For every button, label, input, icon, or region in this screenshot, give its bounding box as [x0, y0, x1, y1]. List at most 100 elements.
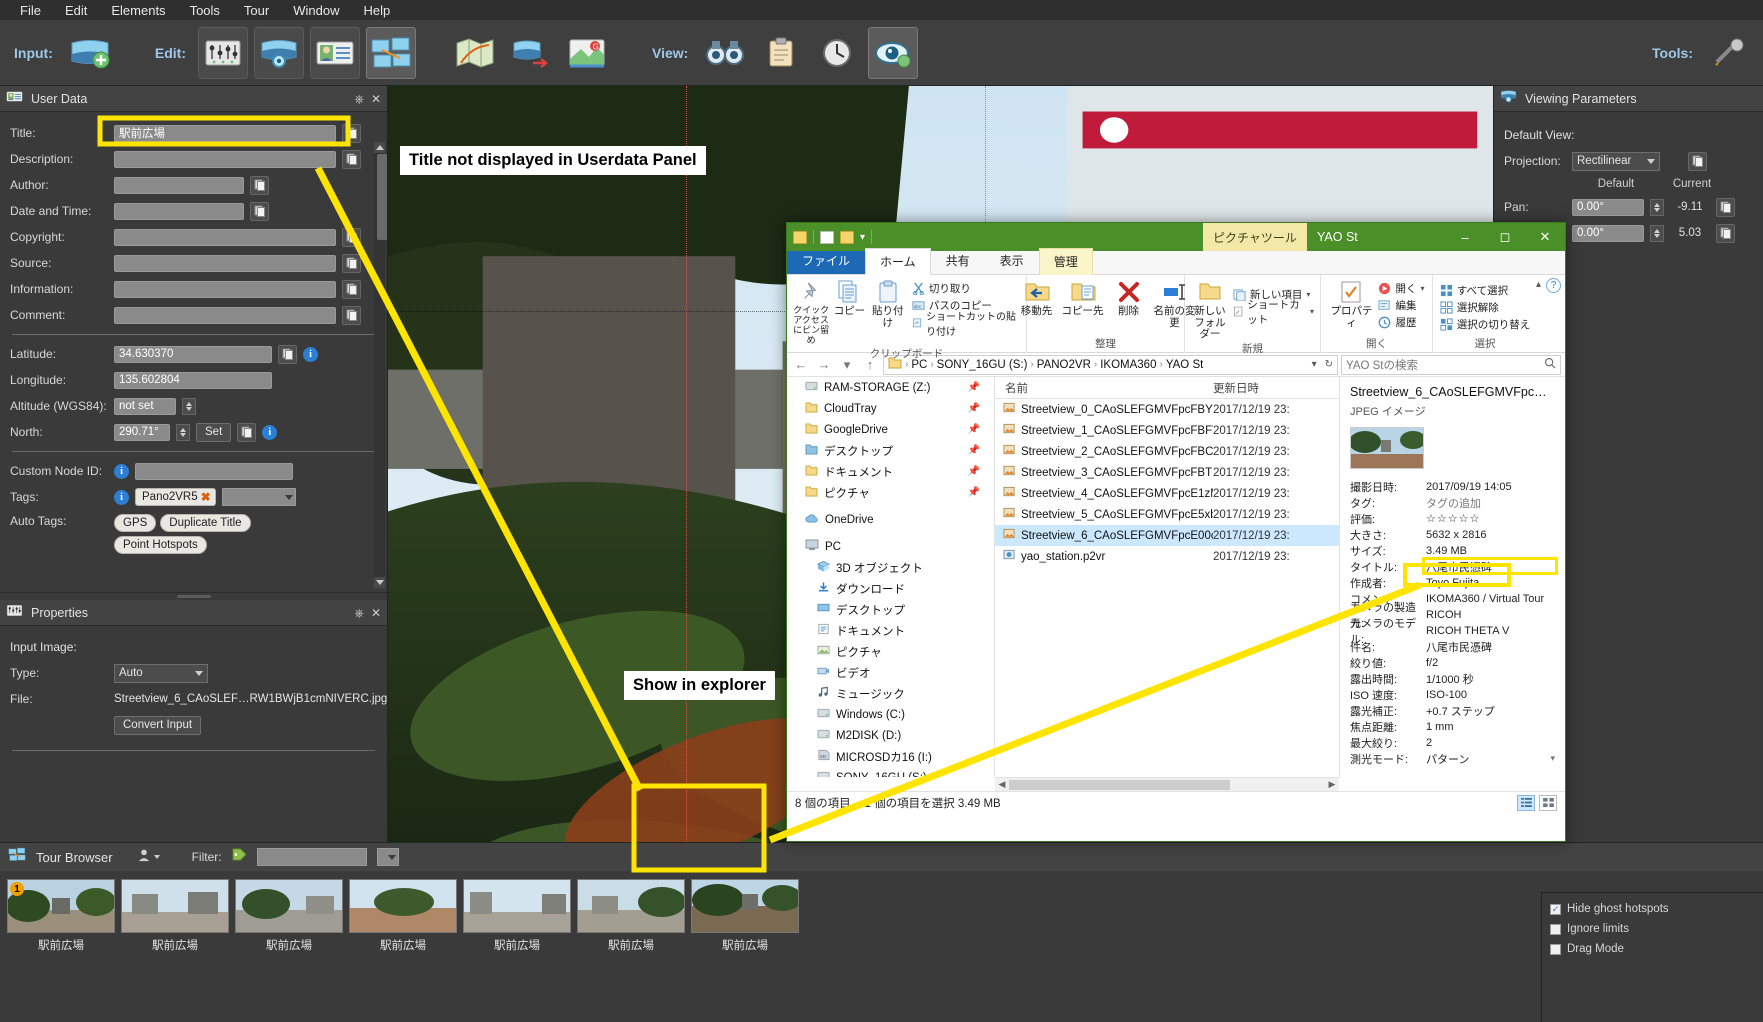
- invert-selection-button[interactable]: 選択の切り替え: [1440, 316, 1530, 333]
- scrollbar-thumb[interactable]: [377, 154, 387, 240]
- tour-thumb-5[interactable]: 駅前広場: [577, 879, 685, 953]
- hide-ghost-checkbox[interactable]: ✓: [1550, 903, 1561, 915]
- help-icon[interactable]: ?: [1546, 278, 1561, 293]
- tilt-stepper[interactable]: [1650, 224, 1664, 242]
- hscroll-track[interactable]: [1009, 779, 1325, 790]
- forward-icon[interactable]: →: [814, 355, 834, 375]
- add-panorama-button[interactable]: [65, 27, 115, 79]
- custom-node-input[interactable]: [135, 462, 293, 480]
- windows-explorer-window[interactable]: ▾ ピクチャツール YAO St – ◻ ✕ ファイル ホーム 共有 表示 管理…: [786, 222, 1566, 842]
- filter-dropdown[interactable]: [376, 848, 399, 866]
- maximize-icon[interactable]: ◻: [1485, 223, 1525, 251]
- nav-item-18[interactable]: SONY_16GU (S:): [787, 767, 994, 777]
- table-row[interactable]: Streetview_1_CAoSLEFGMVFpcFBFTEIWb… 2017…: [995, 420, 1339, 441]
- file-list-pane[interactable]: 名前 更新日時 Streetview_0_CAoSLEFGMVFpcFBYUHN…: [995, 377, 1339, 777]
- nav-item-5[interactable]: ピクチャ 📌: [787, 482, 994, 503]
- user-filter-icon[interactable]: [137, 848, 151, 867]
- nav-item-8[interactable]: 3D オブジェクト: [787, 557, 994, 578]
- tour-browser-tool-button[interactable]: [365, 26, 416, 79]
- pin-icon-1[interactable]: 📌: [968, 403, 980, 414]
- information-copy-icon[interactable]: [342, 279, 361, 299]
- source-input[interactable]: [114, 254, 336, 272]
- description-copy-icon[interactable]: [342, 149, 361, 169]
- custom-node-info-icon[interactable]: i: [114, 463, 129, 479]
- breadcrumb[interactable]: › PC › SONY_16GU (S:) › PANO2VR › IKOMA3…: [883, 354, 1338, 375]
- ignore-limits-row[interactable]: Ignore limits: [1550, 919, 1755, 939]
- menu-tools[interactable]: Tools: [178, 1, 232, 20]
- tour-thumb-3[interactable]: 駅前広場: [349, 879, 457, 953]
- copy-to-button[interactable]: コピー先: [1060, 278, 1106, 318]
- nav-item-15[interactable]: Windows (C:): [787, 704, 994, 725]
- tour-thumb-2[interactable]: 駅前広場: [235, 879, 343, 953]
- filter-tag-icon[interactable]: [232, 848, 247, 866]
- export-output-button[interactable]: [506, 27, 556, 79]
- nav-item-10[interactable]: デスクトップ: [787, 599, 994, 620]
- table-row[interactable]: Streetview_2_CAoSLEFGMVFpcFBCNzFN… 2017/…: [995, 441, 1339, 462]
- pan-default-input[interactable]: 0.00°: [1572, 198, 1644, 216]
- latitude-info-icon[interactable]: i: [303, 346, 318, 362]
- qat-chevron-down-icon[interactable]: ▾: [860, 232, 865, 243]
- tour-thumb-0[interactable]: 1 駅前広場: [7, 879, 115, 953]
- file-list-hscrollbar[interactable]: ◀ ▶: [995, 777, 1339, 791]
- nav-item-16[interactable]: M2DISK (D:): [787, 725, 994, 746]
- type-dropdown[interactable]: Auto: [114, 663, 208, 683]
- properties-button[interactable]: プロパティ: [1328, 278, 1374, 329]
- author-input[interactable]: [114, 176, 244, 194]
- nav-item-4[interactable]: ドキュメント 📌: [787, 461, 994, 482]
- table-row[interactable]: Streetview_4_CAoSLEFGMVFpcE1zMG9iZ… 2017…: [995, 483, 1339, 504]
- tab-share[interactable]: 共有: [930, 247, 985, 274]
- breadcrumb-item-3[interactable]: IKOMA360: [1100, 359, 1156, 371]
- menu-tour[interactable]: Tour: [232, 1, 281, 20]
- tab-file[interactable]: ファイル: [787, 247, 866, 274]
- title-input[interactable]: 駅前広場: [114, 124, 336, 142]
- close-properties-icon[interactable]: ✕: [371, 607, 381, 619]
- tab-manage[interactable]: 管理: [1038, 248, 1093, 275]
- float-properties-icon[interactable]: ⎈: [354, 607, 364, 619]
- details-scroll-chevron-icon[interactable]: ▾: [1550, 753, 1555, 764]
- pin-to-quick-access-button[interactable]: クイック アクセスにピン留め: [793, 278, 829, 346]
- hide-ghost-hotspots-row[interactable]: ✓ Hide ghost hotspots: [1550, 899, 1755, 919]
- new-shortcut-button[interactable]: ショートカット ▾: [1233, 299, 1314, 326]
- nav-item-1[interactable]: CloudTray 📌: [787, 398, 994, 419]
- north-info-icon[interactable]: i: [262, 424, 278, 440]
- tilt-copy-icon[interactable]: [1716, 223, 1735, 243]
- binoculars-view-button[interactable]: [700, 27, 750, 79]
- history-view-button[interactable]: [812, 27, 862, 79]
- large-icons-view-icon[interactable]: [1539, 794, 1557, 811]
- cut-button[interactable]: 切り取り: [912, 280, 1020, 297]
- title-copy-icon[interactable]: [342, 123, 361, 143]
- user-data-scrollbar[interactable]: [374, 142, 387, 588]
- column-name[interactable]: 名前: [995, 380, 1213, 396]
- properties-tool-button[interactable]: [197, 26, 248, 79]
- tag-chip[interactable]: Pano2VR5 ✖: [135, 488, 216, 506]
- details-view-icon[interactable]: [1517, 794, 1535, 811]
- paste-button[interactable]: 貼り付け: [870, 278, 906, 329]
- tour-thumb-4[interactable]: 駅前広場: [463, 879, 571, 953]
- nav-item-14[interactable]: ミュージック: [787, 683, 994, 704]
- pin-icon-5[interactable]: 📌: [968, 487, 980, 498]
- copyright-copy-icon[interactable]: [342, 227, 361, 247]
- tour-map-button[interactable]: [450, 27, 500, 79]
- scroll-down-arrow[interactable]: [374, 577, 385, 588]
- delete-button[interactable]: 削除: [1106, 278, 1152, 318]
- breadcrumb-item-1[interactable]: SONY_16GU (S:): [937, 359, 1028, 371]
- nav-item-2[interactable]: GoogleDrive 📌: [787, 419, 994, 440]
- navigation-pane[interactable]: RAM-STORAGE (Z:) 📌 CloudTray 📌 GoogleDri…: [787, 377, 995, 777]
- projection-copy-icon[interactable]: [1688, 151, 1707, 171]
- datetime-copy-icon[interactable]: [250, 201, 269, 221]
- nav-item-13[interactable]: ビデオ: [787, 662, 994, 683]
- source-copy-icon[interactable]: [342, 253, 361, 273]
- datetime-input[interactable]: [114, 202, 244, 220]
- table-row[interactable]: Streetview_0_CAoSLEFGMVFpcFBYUHNn… 2017/…: [995, 399, 1339, 420]
- history-button[interactable]: 履歴: [1378, 314, 1424, 331]
- hscroll-thumb[interactable]: [1009, 779, 1231, 790]
- latitude-copy-icon[interactable]: [278, 344, 297, 364]
- longitude-input[interactable]: 135.602804: [114, 371, 272, 389]
- nav-item-0[interactable]: RAM-STORAGE (Z:) 📌: [787, 377, 994, 398]
- table-row[interactable]: Streetview_5_CAoSLEFGMVFpcE5xbnJiT0F… 20…: [995, 504, 1339, 525]
- recent-chevron-icon[interactable]: ▾: [837, 355, 857, 375]
- nav-item-11[interactable]: ドキュメント: [787, 620, 994, 641]
- search-icon[interactable]: [1544, 357, 1556, 372]
- north-set-button[interactable]: Set: [196, 422, 232, 442]
- altitude-stepper[interactable]: [182, 397, 196, 415]
